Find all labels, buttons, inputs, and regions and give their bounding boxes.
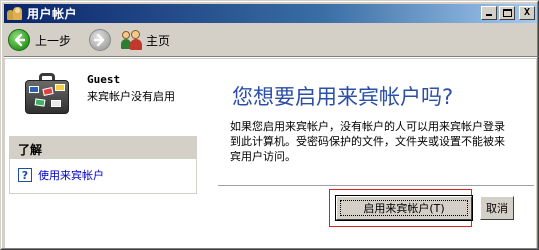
minimize-button[interactable]	[481, 6, 497, 20]
user-status: 来宾帐户没有启用	[87, 90, 175, 103]
forward-arrow-icon	[89, 29, 112, 51]
description-text: 如果您启用来宾帐户，没有帐户的人可以用来宾帐户登录到此计算机。受密码保护的文件，…	[230, 120, 505, 163]
content-area: Guest 来宾帐户没有启用 了解 ? 使用来宾帐户 您想要启用来宾帐户吗? 如…	[5, 59, 536, 248]
window-frame: 用户帐户 X 上一步 主页 Guest 来宾帐户没有启用 了解 ? 使用来宾帐户…	[1, 1, 538, 249]
close-button[interactable]: X	[519, 6, 535, 20]
right-pane: 您想要启用来宾帐户吗? 如果您启用来宾帐户，没有帐户的人可以用来宾帐户登录到此计…	[200, 59, 536, 248]
back-button[interactable]: 上一步	[4, 27, 75, 53]
enable-guest-button[interactable]: 启用来宾帐户(T)	[335, 195, 473, 221]
maximize-icon	[503, 9, 512, 17]
forward-button[interactable]	[85, 27, 115, 53]
maximize-button[interactable]	[499, 6, 515, 20]
title-bar[interactable]: 用户帐户 X	[4, 4, 537, 23]
use-guest-account-link[interactable]: ? 使用来宾帐户	[10, 159, 196, 191]
learn-header: 了解	[10, 137, 196, 159]
focus-ring	[340, 200, 468, 216]
back-arrow-icon	[8, 29, 30, 51]
help-icon: ?	[18, 168, 32, 182]
users-home-icon	[121, 30, 143, 50]
window-controls: X	[481, 6, 535, 20]
separator	[218, 185, 534, 187]
user-accounts-icon	[7, 6, 23, 22]
user-info: Guest 来宾帐户没有启用	[23, 71, 175, 117]
toolbar: 上一步 主页	[4, 24, 537, 58]
home-button[interactable]: 主页	[117, 27, 174, 53]
learn-panel: 了解 ? 使用来宾帐户	[9, 136, 197, 194]
use-guest-account-label: 使用来宾帐户	[38, 169, 104, 182]
minimize-icon	[486, 14, 492, 16]
back-label: 上一步	[35, 33, 72, 48]
page-title: 您想要启用来宾帐户吗?	[232, 85, 454, 109]
window-title: 用户帐户	[27, 7, 78, 21]
user-name: Guest	[87, 73, 121, 86]
left-pane: Guest 来宾帐户没有启用 了解 ? 使用来宾帐户	[5, 59, 200, 248]
suitcase-icon	[23, 71, 71, 117]
cancel-label: 取消	[486, 202, 508, 215]
close-icon: X	[523, 7, 531, 18]
home-label: 主页	[146, 33, 171, 48]
cancel-button[interactable]: 取消	[480, 196, 514, 220]
user-accounts-window: 用户帐户 X 上一步 主页 Guest 来宾帐户没有启用 了解 ? 使用来宾帐户…	[0, 0, 539, 250]
